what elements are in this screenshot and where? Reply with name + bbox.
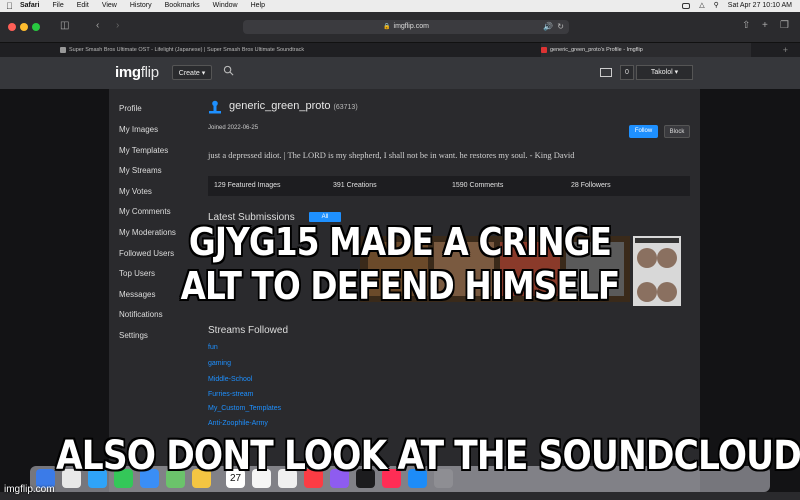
close-window-button[interactable] (8, 23, 16, 31)
joined-date: Joined 2022-06-25 (208, 125, 259, 131)
sidebar-item-profile[interactable]: Profile (119, 104, 142, 113)
sidebar-item-my-templates[interactable]: My Templates (119, 146, 168, 155)
follow-button[interactable]: Follow (629, 125, 658, 138)
tab-title: Super Smash Bros Ultimate OST - Lifeligh… (69, 47, 305, 53)
favicon-icon (60, 46, 66, 53)
stream-link-fun[interactable]: fun (208, 344, 218, 351)
new-tab-icon[interactable]: + (762, 20, 768, 31)
tab-bar: Super Smash Bros Ultimate OST - Lifeligh… (0, 42, 800, 57)
search-icon[interactable] (223, 65, 234, 76)
sidebar-item-settings[interactable]: Settings (119, 331, 148, 340)
macos-menu-bar:  Safari File Edit View History Bookmark… (0, 0, 800, 12)
stream-link-custom-templates[interactable]: My_Custom_Templates (208, 405, 281, 412)
menu-safari[interactable]: Safari (20, 0, 39, 12)
menu-bookmarks[interactable]: Bookmarks (165, 0, 200, 12)
stream-link-gaming[interactable]: gaming (208, 360, 231, 367)
meme-top-caption-line1: GJYG15 MADE A CRINGE (188, 220, 612, 264)
menu-history[interactable]: History (130, 0, 152, 12)
battery-icon[interactable] (682, 3, 691, 9)
menu-help[interactable]: Help (251, 0, 265, 12)
tab-imgflip-profile[interactable]: generic_green_proto's Profile - Imgflip (541, 43, 751, 57)
profile-bio: just a depressed idiot. | The LORD is my… (208, 150, 575, 160)
meme-top-caption-line2: ALT TO DEFEND HIMSELF (180, 264, 621, 308)
browser-toolbar: ◫ ‹ › 🔒 imgflip.com 🔊 ↻ ⇧ + ❐ (0, 12, 800, 42)
user-menu-button[interactable]: Takolol ▾ (636, 65, 693, 80)
forward-icon[interactable]: › (116, 20, 119, 31)
stat-creations[interactable]: 391 Creations (333, 176, 377, 196)
apple-icon[interactable]:  (6, 0, 14, 12)
minimize-window-button[interactable] (20, 23, 28, 31)
tab-smash-ost[interactable]: Super Smash Bros Ultimate OST - Lifeligh… (60, 43, 520, 57)
zoom-window-button[interactable] (32, 23, 40, 31)
wifi-icon[interactable]: △ (699, 0, 704, 12)
user-points: (63713) (333, 104, 358, 111)
block-button[interactable]: Block (664, 125, 690, 138)
logo-img-text: img (115, 64, 141, 81)
notification-count[interactable]: 0 (620, 65, 634, 80)
username-text: generic_green_proto (229, 100, 331, 112)
page-bottom-strip (0, 492, 800, 500)
stream-link-furries[interactable]: Furries-stream (208, 391, 254, 398)
user-icon (209, 100, 221, 114)
spotlight-icon[interactable]: ⚲ (714, 0, 719, 12)
stat-featured-images[interactable]: 129 Featured Images (214, 176, 281, 196)
reload-icon[interactable]: ↻ (557, 20, 564, 34)
logo-flip-text: flip (140, 64, 159, 81)
profile-username: generic_green_proto (63713) (229, 100, 358, 112)
create-button[interactable]: Create ▾ (172, 65, 212, 80)
menu-file[interactable]: File (52, 0, 63, 12)
menu-window[interactable]: Window (213, 0, 238, 12)
stat-comments[interactable]: 1590 Comments (452, 176, 503, 196)
add-tab-icon[interactable]: + (783, 43, 788, 57)
meme-bottom-caption: ALSO DONT LOOK AT THE SOUNDCLOUD (56, 433, 800, 479)
mail-icon[interactable] (600, 68, 612, 77)
sidebar-item-my-images[interactable]: My Images (119, 125, 158, 134)
profile-stats-bar: 129 Featured Images 391 Creations 1590 C… (208, 176, 690, 196)
site-header: imgflip Create ▾ 0 Takolol ▾ (0, 57, 800, 89)
sidebar-item-notifications[interactable]: Notifications (119, 310, 163, 319)
url-text: imgflip.com (393, 23, 429, 30)
address-bar[interactable]: 🔒 imgflip.com 🔊 ↻ (243, 20, 569, 34)
sidebar-item-my-streams[interactable]: My Streams (119, 166, 162, 175)
sidebar-toggle-icon[interactable]: ◫ (60, 20, 69, 31)
streams-followed-heading: Streams Followed (208, 325, 289, 336)
imgflip-watermark: imgflip.com (4, 484, 55, 495)
status-area: △ ⚲ Sat Apr 27 10:10 AM (682, 0, 792, 12)
menu-items: Safari File Edit View History Bookmarks … (20, 0, 265, 12)
lock-icon: 🔒 (383, 24, 391, 30)
audio-icon[interactable]: 🔊 (543, 20, 553, 34)
tab-title: generic_green_proto's Profile - Imgflip (550, 47, 643, 53)
stream-link-middle-school[interactable]: Middle-School (208, 376, 252, 383)
stat-followers[interactable]: 28 Followers (571, 176, 611, 196)
stream-link-anti-zoophile[interactable]: Anti-Zoophile-Army (208, 420, 268, 427)
sidebar-item-my-votes[interactable]: My Votes (119, 187, 152, 196)
sidebar-item-my-comments[interactable]: My Comments (119, 207, 171, 216)
back-icon[interactable]: ‹ (96, 20, 99, 31)
menu-view[interactable]: View (102, 0, 117, 12)
share-icon[interactable]: ⇧ (742, 20, 750, 31)
clock-text[interactable]: Sat Apr 27 10:10 AM (728, 0, 792, 12)
imgflip-logo[interactable]: imgflip (115, 64, 159, 81)
favicon-icon (541, 46, 547, 53)
menu-edit[interactable]: Edit (77, 0, 89, 12)
tabs-overview-icon[interactable]: ❐ (780, 20, 789, 31)
